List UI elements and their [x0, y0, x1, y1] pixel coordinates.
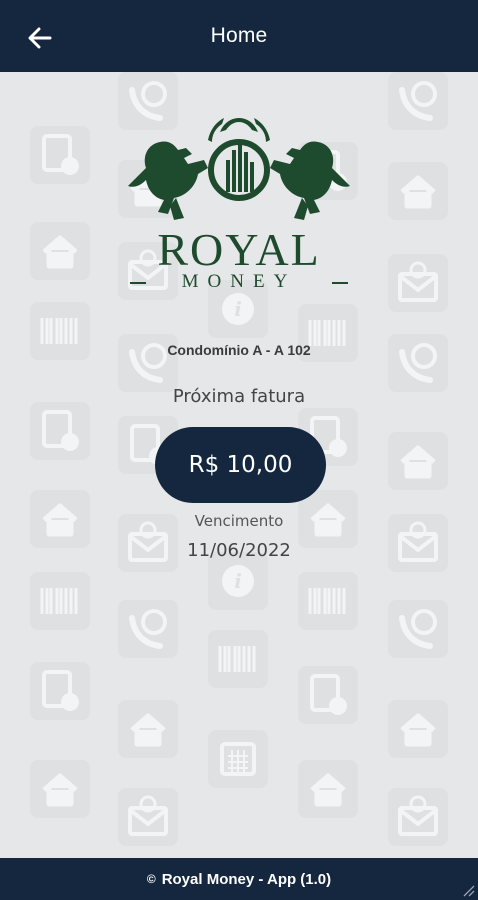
- brand-name: ROYAL: [157, 224, 320, 275]
- condo-unit-label: Condomínio A - A 102: [167, 342, 311, 358]
- royal-money-logo: ROYAL MONEY: [128, 118, 350, 287]
- page-title: Home: [210, 24, 268, 47]
- due-date-label: Vencimento: [194, 512, 284, 530]
- left-lion-icon: [128, 141, 208, 220]
- brand-tagline: MONEY: [182, 271, 297, 287]
- app-bar: Home: [0, 0, 478, 72]
- invoice-amount-button[interactable]: R$ 10,00: [155, 427, 326, 503]
- back-button[interactable]: [22, 22, 58, 54]
- main-content: ROYAL MONEY Condomínio A - A 102 Próxima…: [0, 72, 478, 858]
- copyright-icon: ©: [146, 872, 156, 886]
- footer-text: Royal Money - App (1.0): [161, 870, 332, 888]
- right-lion-icon: [270, 141, 350, 220]
- footer: © Royal Money - App (1.0): [0, 858, 478, 900]
- next-invoice-label: Próxima fatura: [172, 386, 306, 407]
- due-date-value: 11/06/2022: [187, 540, 291, 561]
- arrow-left-icon: [28, 27, 52, 49]
- resize-grip-icon: [463, 885, 475, 897]
- crown-icon: [208, 118, 270, 142]
- city-skyline-icon: [226, 140, 254, 192]
